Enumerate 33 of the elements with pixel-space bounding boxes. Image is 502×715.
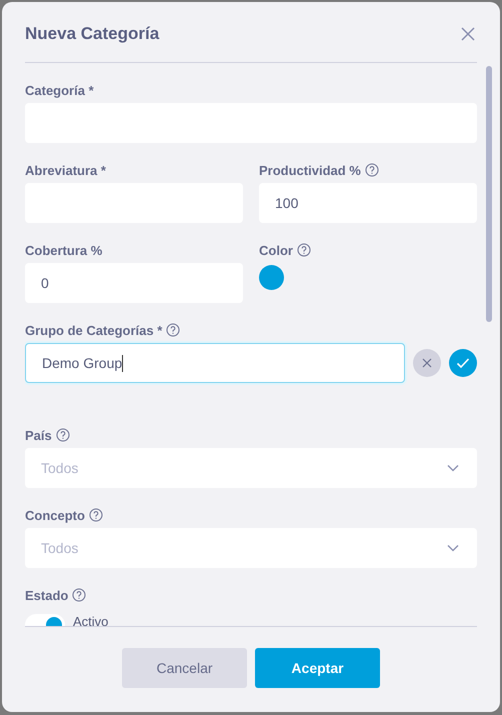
field-label: Cobertura %: [25, 242, 102, 258]
help-icon[interactable]: [72, 588, 86, 602]
dropdown[interactable]: Todos: [25, 448, 477, 488]
confirm-button[interactable]: [449, 349, 477, 377]
checkmark-icon: [456, 357, 470, 369]
field-label: Abreviatura *: [25, 162, 106, 178]
dropdown[interactable]: Todos: [25, 528, 477, 568]
chevron-down-icon: [447, 544, 459, 552]
accept-button[interactable]: Aceptar: [255, 648, 380, 688]
text-field[interactable]: 0: [25, 263, 243, 303]
field-label: Productividad %: [259, 162, 361, 178]
field-label: País: [25, 428, 52, 442]
clear-button[interactable]: [413, 349, 441, 377]
group-field[interactable]: Demo Group: [25, 343, 405, 383]
help-icon[interactable]: [296, 243, 311, 257]
scrollbar[interactable]: [486, 66, 492, 322]
chevron-down-icon: [447, 464, 459, 472]
help-icon[interactable]: [88, 508, 103, 522]
text-field[interactable]: 100: [259, 183, 477, 223]
field-label: Color: [259, 242, 293, 258]
cancel-button[interactable]: Cancelar: [122, 648, 247, 688]
field-label: Concepto: [25, 508, 85, 522]
field-label: Estado: [25, 588, 68, 602]
field-label: Grupo de Categorías *: [25, 322, 162, 338]
close-icon[interactable]: [461, 27, 475, 41]
dialog-title: Nueva Categoría: [25, 24, 160, 44]
help-icon[interactable]: [56, 428, 70, 442]
color-swatch[interactable]: [259, 265, 284, 290]
field-label: Categoría *: [25, 82, 94, 98]
help-icon[interactable]: [166, 323, 180, 337]
close-icon: [422, 358, 432, 368]
help-icon[interactable]: [364, 163, 379, 177]
toggle-label: Activo: [73, 614, 108, 626]
